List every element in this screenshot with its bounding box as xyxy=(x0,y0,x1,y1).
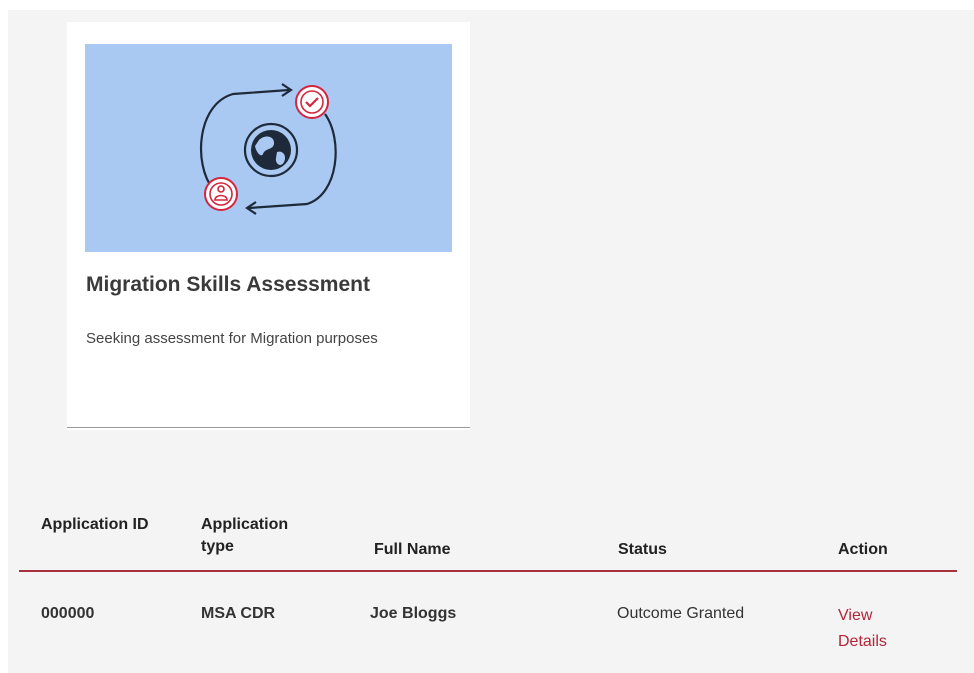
column-header-application-id: Application ID xyxy=(41,516,149,533)
card-illustration xyxy=(85,44,452,252)
column-header-application-type: Application type xyxy=(201,516,289,555)
migration-skills-card[interactable]: Migration Skills Assessment Seeking asse… xyxy=(67,22,470,430)
column-header-status: Status xyxy=(618,541,667,558)
cell-application-id: 000000 xyxy=(41,605,95,622)
card-divider xyxy=(67,427,470,428)
card-title: Migration Skills Assessment xyxy=(86,273,370,296)
globe-icon xyxy=(243,122,299,178)
cell-application-type: MSA CDR xyxy=(201,605,276,622)
column-header-action: Action xyxy=(838,541,888,558)
view-details-link[interactable]: View Details xyxy=(838,603,908,655)
person-icon xyxy=(204,177,238,211)
cycle-arrows-icon xyxy=(199,83,337,215)
table-header-divider xyxy=(19,570,957,572)
checkmark-icon xyxy=(295,85,329,119)
cell-status: Outcome Granted xyxy=(617,605,745,622)
column-header-full-name: Full Name xyxy=(374,541,451,558)
card-description: Seeking assessment for Migration purpose… xyxy=(86,330,378,347)
cell-full-name: Joe Bloggs xyxy=(370,605,457,622)
